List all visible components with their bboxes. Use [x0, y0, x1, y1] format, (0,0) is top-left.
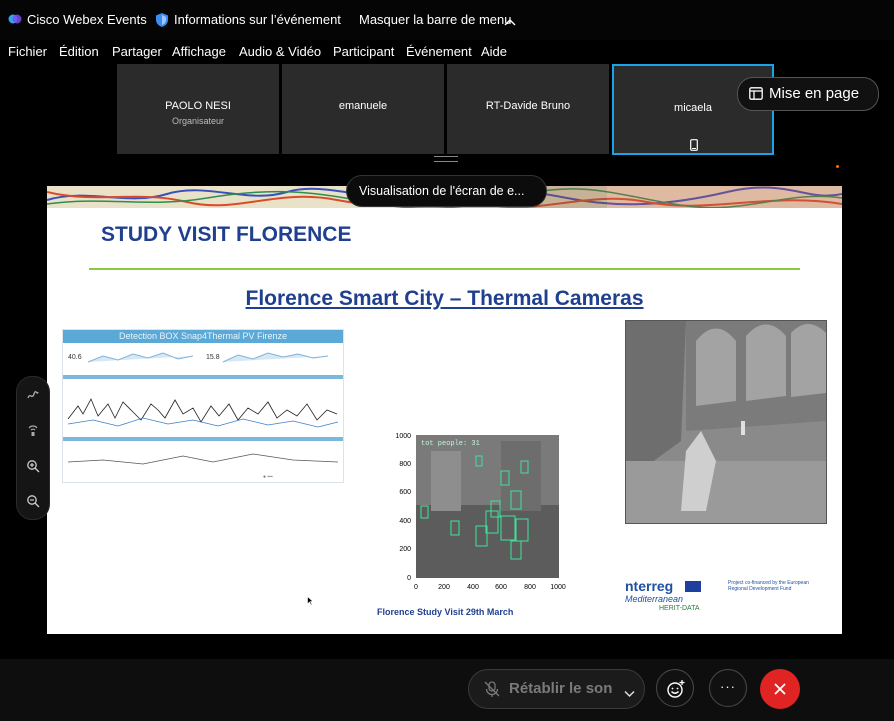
unmute-button[interactable]: Rétablir le son — [468, 669, 645, 709]
phone-icon — [690, 138, 698, 151]
dashboard-title: Detection BOX Snap4Thermal PV Firenze — [118, 331, 288, 341]
overlay-text: tot people: 31 — [421, 440, 480, 448]
share-label-text: Visualisation de l'écran de e... — [359, 184, 525, 198]
webex-logo-icon — [8, 12, 22, 26]
participant-tile[interactable]: RT-Davide Bruno — [447, 64, 609, 154]
cofinanced-text: Project co-financed by the European Regi… — [728, 580, 809, 592]
menu-evenement[interactable]: Événement — [406, 44, 472, 59]
x-tick: 200 — [438, 584, 450, 591]
green-rule — [89, 268, 800, 270]
menu-aide[interactable]: Aide — [481, 44, 507, 59]
layout-button[interactable]: Mise en page — [737, 77, 879, 111]
menu-audio-video[interactable]: Audio & Vidéo — [239, 44, 321, 59]
menu-participant[interactable]: Participant — [333, 44, 394, 59]
share-label: Visualisation de l'écran de e... — [346, 175, 547, 207]
close-icon — [773, 682, 787, 696]
emoji-icon — [666, 679, 686, 699]
slide-subtitle: Florence Smart City – Thermal Cameras — [245, 287, 644, 310]
chevron-down-icon[interactable] — [624, 685, 635, 698]
y-tick: 1000 — [395, 433, 411, 440]
drag-handle[interactable] — [434, 156, 458, 162]
logo-text: Mediterranean — [625, 594, 684, 604]
slide-footer: Florence Study Visit 29th March — [377, 607, 514, 617]
dashboard-image: Detection BOX Snap4Thermal PV Firenze 40… — [62, 329, 344, 483]
pointer-icon[interactable] — [23, 421, 43, 441]
y-tick: 200 — [399, 546, 411, 553]
cursor-icon — [307, 593, 315, 606]
annotate-pen-icon[interactable] — [23, 385, 43, 405]
slide-title: STUDY VISIT FLORENCE — [101, 223, 352, 246]
title-bar: Cisco Webex Events Informations sur l’év… — [0, 0, 894, 40]
more-options-button[interactable]: ··· — [709, 669, 747, 707]
reactions-button[interactable] — [656, 669, 694, 707]
unmute-label: Rétablir le son — [509, 680, 613, 697]
leave-button[interactable] — [760, 669, 800, 709]
thermal-plot: 1000 800 600 400 200 0 0 200 400 600 800… — [391, 431, 571, 596]
control-bar: Rétablir le son ··· — [0, 659, 894, 721]
participant-tile[interactable]: PAOLO NESI Organisateur — [117, 64, 279, 154]
svg-text:● ▪▪▪: ● ▪▪▪ — [263, 474, 273, 480]
zoom-out-icon[interactable] — [23, 491, 43, 511]
app-title: Cisco Webex Events — [27, 12, 147, 27]
x-tick: 1000 — [550, 584, 566, 591]
layout-label: Mise en page — [769, 85, 860, 102]
more-options-label: ··· — [720, 679, 736, 694]
participant-tile[interactable]: emanuele — [282, 64, 444, 154]
annotation-toolbar — [16, 376, 50, 520]
x-tick: 400 — [467, 584, 479, 591]
participant-role: Organisateur — [171, 116, 225, 126]
participant-name: RT-Davide Bruno — [485, 100, 571, 112]
menu-affichage[interactable]: Affichage — [172, 44, 226, 59]
logo-text: HERIT-DATA — [659, 605, 700, 612]
y-tick: 600 — [399, 489, 411, 496]
chevron-up-icon — [504, 14, 516, 26]
x-tick: 0 — [414, 584, 418, 591]
event-info-button[interactable]: Informations sur l’événement — [174, 12, 341, 27]
menu-bar: Fichier Édition Partager Affichage Audio… — [0, 40, 894, 62]
microphone-muted-icon — [483, 680, 501, 698]
menu-edition[interactable]: Édition — [59, 44, 99, 59]
menu-partager[interactable]: Partager — [112, 44, 162, 59]
status-dot — [836, 165, 839, 168]
participant-name: emanuele — [338, 100, 388, 112]
x-tick: 800 — [524, 584, 536, 591]
logo-text: nterreg — [625, 578, 674, 594]
shield-icon — [155, 12, 169, 28]
shared-slide: STUDY VISIT FLORENCE Florence Smart City… — [47, 186, 842, 634]
y-tick: 400 — [399, 518, 411, 525]
eu-flag-icon — [685, 581, 701, 592]
layout-icon — [749, 87, 763, 100]
participant-name: PAOLO NESI — [165, 100, 231, 112]
hide-menu-button[interactable]: Masquer la barre de menu — [359, 12, 511, 27]
zoom-in-icon[interactable] — [23, 456, 43, 476]
y-tick: 0 — [407, 575, 411, 582]
x-tick: 600 — [495, 584, 507, 591]
y-tick: 800 — [399, 461, 411, 468]
thermal-camera-image — [625, 320, 827, 524]
menu-fichier[interactable]: Fichier — [8, 44, 47, 59]
